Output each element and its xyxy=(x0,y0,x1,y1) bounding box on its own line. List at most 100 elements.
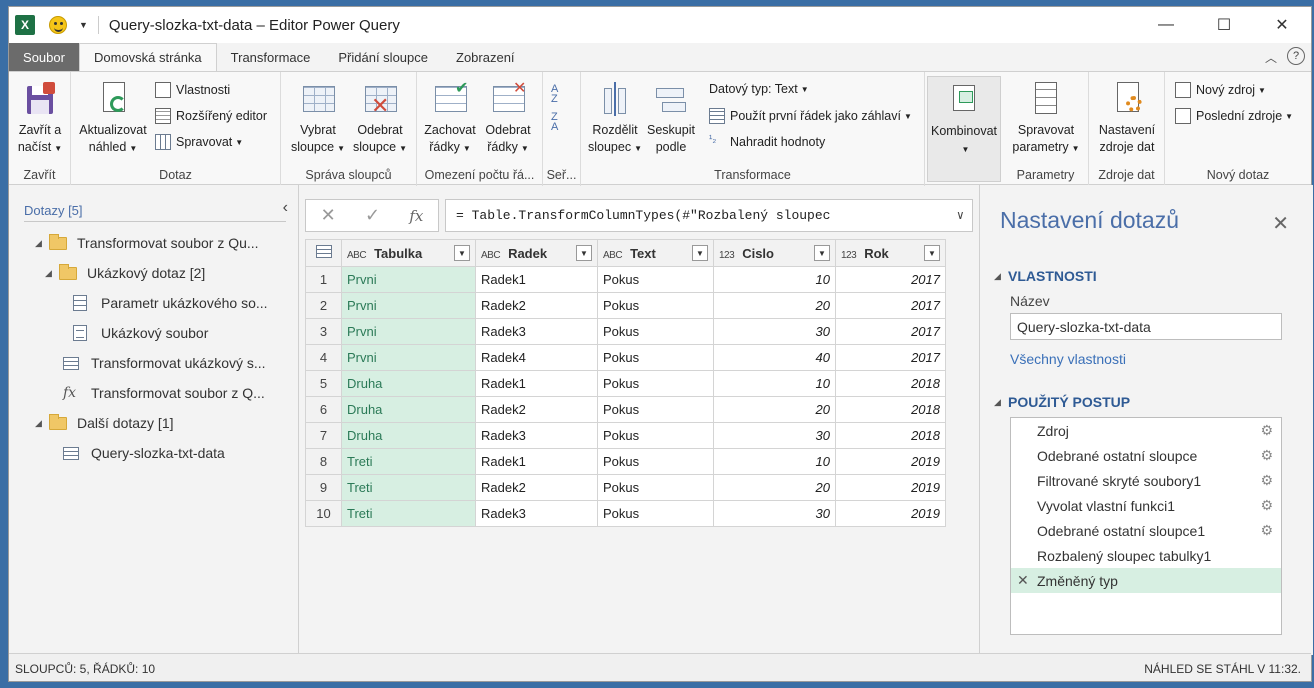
query-item-sample-file[interactable]: Ukázkový soubor xyxy=(73,325,208,341)
filter-dropdown-icon[interactable]: ▼ xyxy=(576,245,592,261)
cell-radek[interactable]: Radek1 xyxy=(475,448,598,475)
tab-add-column[interactable]: Přidání sloupce xyxy=(324,43,442,71)
row-number[interactable]: 3 xyxy=(305,318,342,345)
cell-cislo[interactable]: 10 xyxy=(713,370,836,397)
column-type-icon[interactable]: ABC xyxy=(347,250,367,261)
cell-tabulka[interactable]: Treti xyxy=(341,474,476,501)
step-settings-gear-icon[interactable]: ⚙ xyxy=(1260,422,1273,439)
all-properties-link[interactable]: Všechny vlastnosti xyxy=(1010,351,1126,367)
column-header-radek[interactable]: ABC Radek ▼ xyxy=(475,239,598,267)
row-number[interactable]: 9 xyxy=(305,474,342,501)
applied-step[interactable]: Vyvolat vlastní funkci1 ⚙ xyxy=(1011,493,1281,518)
cell-tabulka[interactable]: Treti xyxy=(341,448,476,475)
query-item-active[interactable]: Query-slozka-txt-data xyxy=(63,445,225,461)
table-row[interactable]: 9 Treti Radek2 Pokus 20 2019 xyxy=(305,474,946,501)
cell-radek[interactable]: Radek1 xyxy=(475,266,598,293)
minimize-button[interactable]: — xyxy=(1137,7,1195,43)
use-first-row-headers-button[interactable]: Použít první řádek jako záhlaví ▼ xyxy=(709,108,912,124)
column-header-tabulka[interactable]: ABC Tabulka ▼ xyxy=(341,239,476,267)
cell-rok[interactable]: 2017 xyxy=(835,292,946,319)
cell-radek[interactable]: Radek2 xyxy=(475,292,598,319)
step-settings-gear-icon[interactable]: ⚙ xyxy=(1260,522,1273,539)
cell-rok[interactable]: 2019 xyxy=(835,500,946,527)
cell-text[interactable]: Pokus xyxy=(597,266,714,293)
manage-parameters-button[interactable]: Spravovat parametry ▼ xyxy=(1007,80,1085,157)
column-type-icon[interactable]: ABC xyxy=(481,250,501,261)
advanced-editor-button[interactable]: Rozšířený editor xyxy=(155,108,267,124)
cell-rok[interactable]: 2017 xyxy=(835,344,946,371)
cell-radek[interactable]: Radek2 xyxy=(475,396,598,423)
collapse-pane-icon[interactable]: ‹ xyxy=(283,199,288,217)
recent-sources-button[interactable]: Poslední zdroje ▼ xyxy=(1175,108,1293,124)
row-number[interactable]: 2 xyxy=(305,292,342,319)
cell-text[interactable]: Pokus xyxy=(597,396,714,423)
column-type-icon[interactable]: 123 xyxy=(719,250,735,261)
cell-cislo[interactable]: 20 xyxy=(713,396,836,423)
cell-text[interactable]: Pokus xyxy=(597,474,714,501)
table-menu-button[interactable] xyxy=(305,239,342,267)
column-header-text[interactable]: ABC Text ▼ xyxy=(597,239,714,267)
step-settings-gear-icon[interactable]: ⚙ xyxy=(1260,472,1273,489)
column-type-icon[interactable]: 123 xyxy=(841,250,857,261)
step-settings-gear-icon[interactable]: ⚙ xyxy=(1260,497,1273,514)
query-folder-other[interactable]: ◢ Další dotazy [1] xyxy=(35,413,174,431)
row-number[interactable]: 4 xyxy=(305,344,342,371)
cell-radek[interactable]: Radek2 xyxy=(475,474,598,501)
applied-steps-header[interactable]: ◢ POUŽITÝ POSTUP xyxy=(994,394,1130,410)
cancel-formula-icon[interactable]: ✕ xyxy=(321,205,336,226)
properties-section-header[interactable]: ◢ VLASTNOSTI xyxy=(994,268,1097,284)
applied-step-selected[interactable]: ✕ Změněný typ xyxy=(1011,568,1281,593)
applied-step[interactable]: Filtrované skryté soubory1 ⚙ xyxy=(1011,468,1281,493)
cell-tabulka[interactable]: Prvni xyxy=(341,266,476,293)
tab-view[interactable]: Zobrazení xyxy=(442,43,529,71)
query-folder-transform[interactable]: ◢ Transformovat soubor z Qu... xyxy=(35,233,259,251)
cell-rok[interactable]: 2019 xyxy=(835,474,946,501)
table-row[interactable]: 2 Prvni Radek2 Pokus 20 2017 xyxy=(305,292,946,319)
close-window-button[interactable]: ✕ xyxy=(1253,7,1311,43)
cell-cislo[interactable]: 10 xyxy=(713,448,836,475)
insert-function-icon[interactable]: fx xyxy=(409,207,423,225)
cell-text[interactable]: Pokus xyxy=(597,422,714,449)
query-name-input[interactable]: Query-slozka-txt-data xyxy=(1010,313,1282,340)
choose-columns-button[interactable]: Vybrat sloupce ▼ xyxy=(287,80,349,157)
cell-rok[interactable]: 2018 xyxy=(835,370,946,397)
cell-rok[interactable]: 2018 xyxy=(835,422,946,449)
cell-tabulka[interactable]: Prvni xyxy=(341,318,476,345)
applied-step[interactable]: Rozbalený sloupec tabulky1 xyxy=(1011,543,1281,568)
cell-rok[interactable]: 2017 xyxy=(835,318,946,345)
new-source-button[interactable]: Nový zdroj ▼ xyxy=(1175,82,1266,98)
cell-rok[interactable]: 2019 xyxy=(835,448,946,475)
smiley-feedback-icon[interactable] xyxy=(49,16,67,34)
cell-cislo[interactable]: 40 xyxy=(713,344,836,371)
keep-rows-button[interactable]: ✔ Zachovat řádky ▼ xyxy=(421,80,479,157)
cell-radek[interactable]: Radek1 xyxy=(475,370,598,397)
table-row[interactable]: 6 Druha Radek2 Pokus 20 2018 xyxy=(305,396,946,423)
query-item-sample-param[interactable]: Parametr ukázkového so... xyxy=(73,295,268,311)
query-item-transform-sample[interactable]: Transformovat ukázkový s... xyxy=(63,355,266,371)
cell-cislo[interactable]: 20 xyxy=(713,474,836,501)
cell-tabulka[interactable]: Druha xyxy=(341,422,476,449)
table-row[interactable]: 3 Prvni Radek3 Pokus 30 2017 xyxy=(305,318,946,345)
filter-dropdown-icon[interactable]: ▼ xyxy=(924,245,940,261)
cell-text[interactable]: Pokus xyxy=(597,448,714,475)
cell-cislo[interactable]: 30 xyxy=(713,500,836,527)
table-row[interactable]: 8 Treti Radek1 Pokus 10 2019 xyxy=(305,448,946,475)
cell-text[interactable]: Pokus xyxy=(597,500,714,527)
cell-cislo[interactable]: 30 xyxy=(713,318,836,345)
cell-cislo[interactable]: 10 xyxy=(713,266,836,293)
queries-header[interactable]: Dotazy [5] xyxy=(24,203,83,218)
tab-file[interactable]: Soubor xyxy=(9,43,79,71)
sort-descending-icon[interactable]: ZA xyxy=(551,112,558,133)
column-header-cislo[interactable]: 123 Cislo ▼ xyxy=(713,239,836,267)
cell-text[interactable]: Pokus xyxy=(597,344,714,371)
applied-step[interactable]: Zdroj ⚙ xyxy=(1011,418,1281,443)
cell-tabulka[interactable]: Druha xyxy=(341,396,476,423)
column-type-icon[interactable]: ABC xyxy=(603,250,623,261)
applied-step[interactable]: Odebrané ostatní sloupce ⚙ xyxy=(1011,443,1281,468)
expand-formula-icon[interactable]: ∨ xyxy=(957,208,964,223)
data-source-settings-button[interactable]: Nastavení zdroje dat xyxy=(1093,80,1161,156)
table-row[interactable]: 10 Treti Radek3 Pokus 30 2019 xyxy=(305,500,946,527)
expanded-triangle-icon[interactable]: ◢ xyxy=(35,238,49,249)
expanded-triangle-icon[interactable]: ◢ xyxy=(45,268,59,279)
applied-step[interactable]: Odebrané ostatní sloupce1 ⚙ xyxy=(1011,518,1281,543)
